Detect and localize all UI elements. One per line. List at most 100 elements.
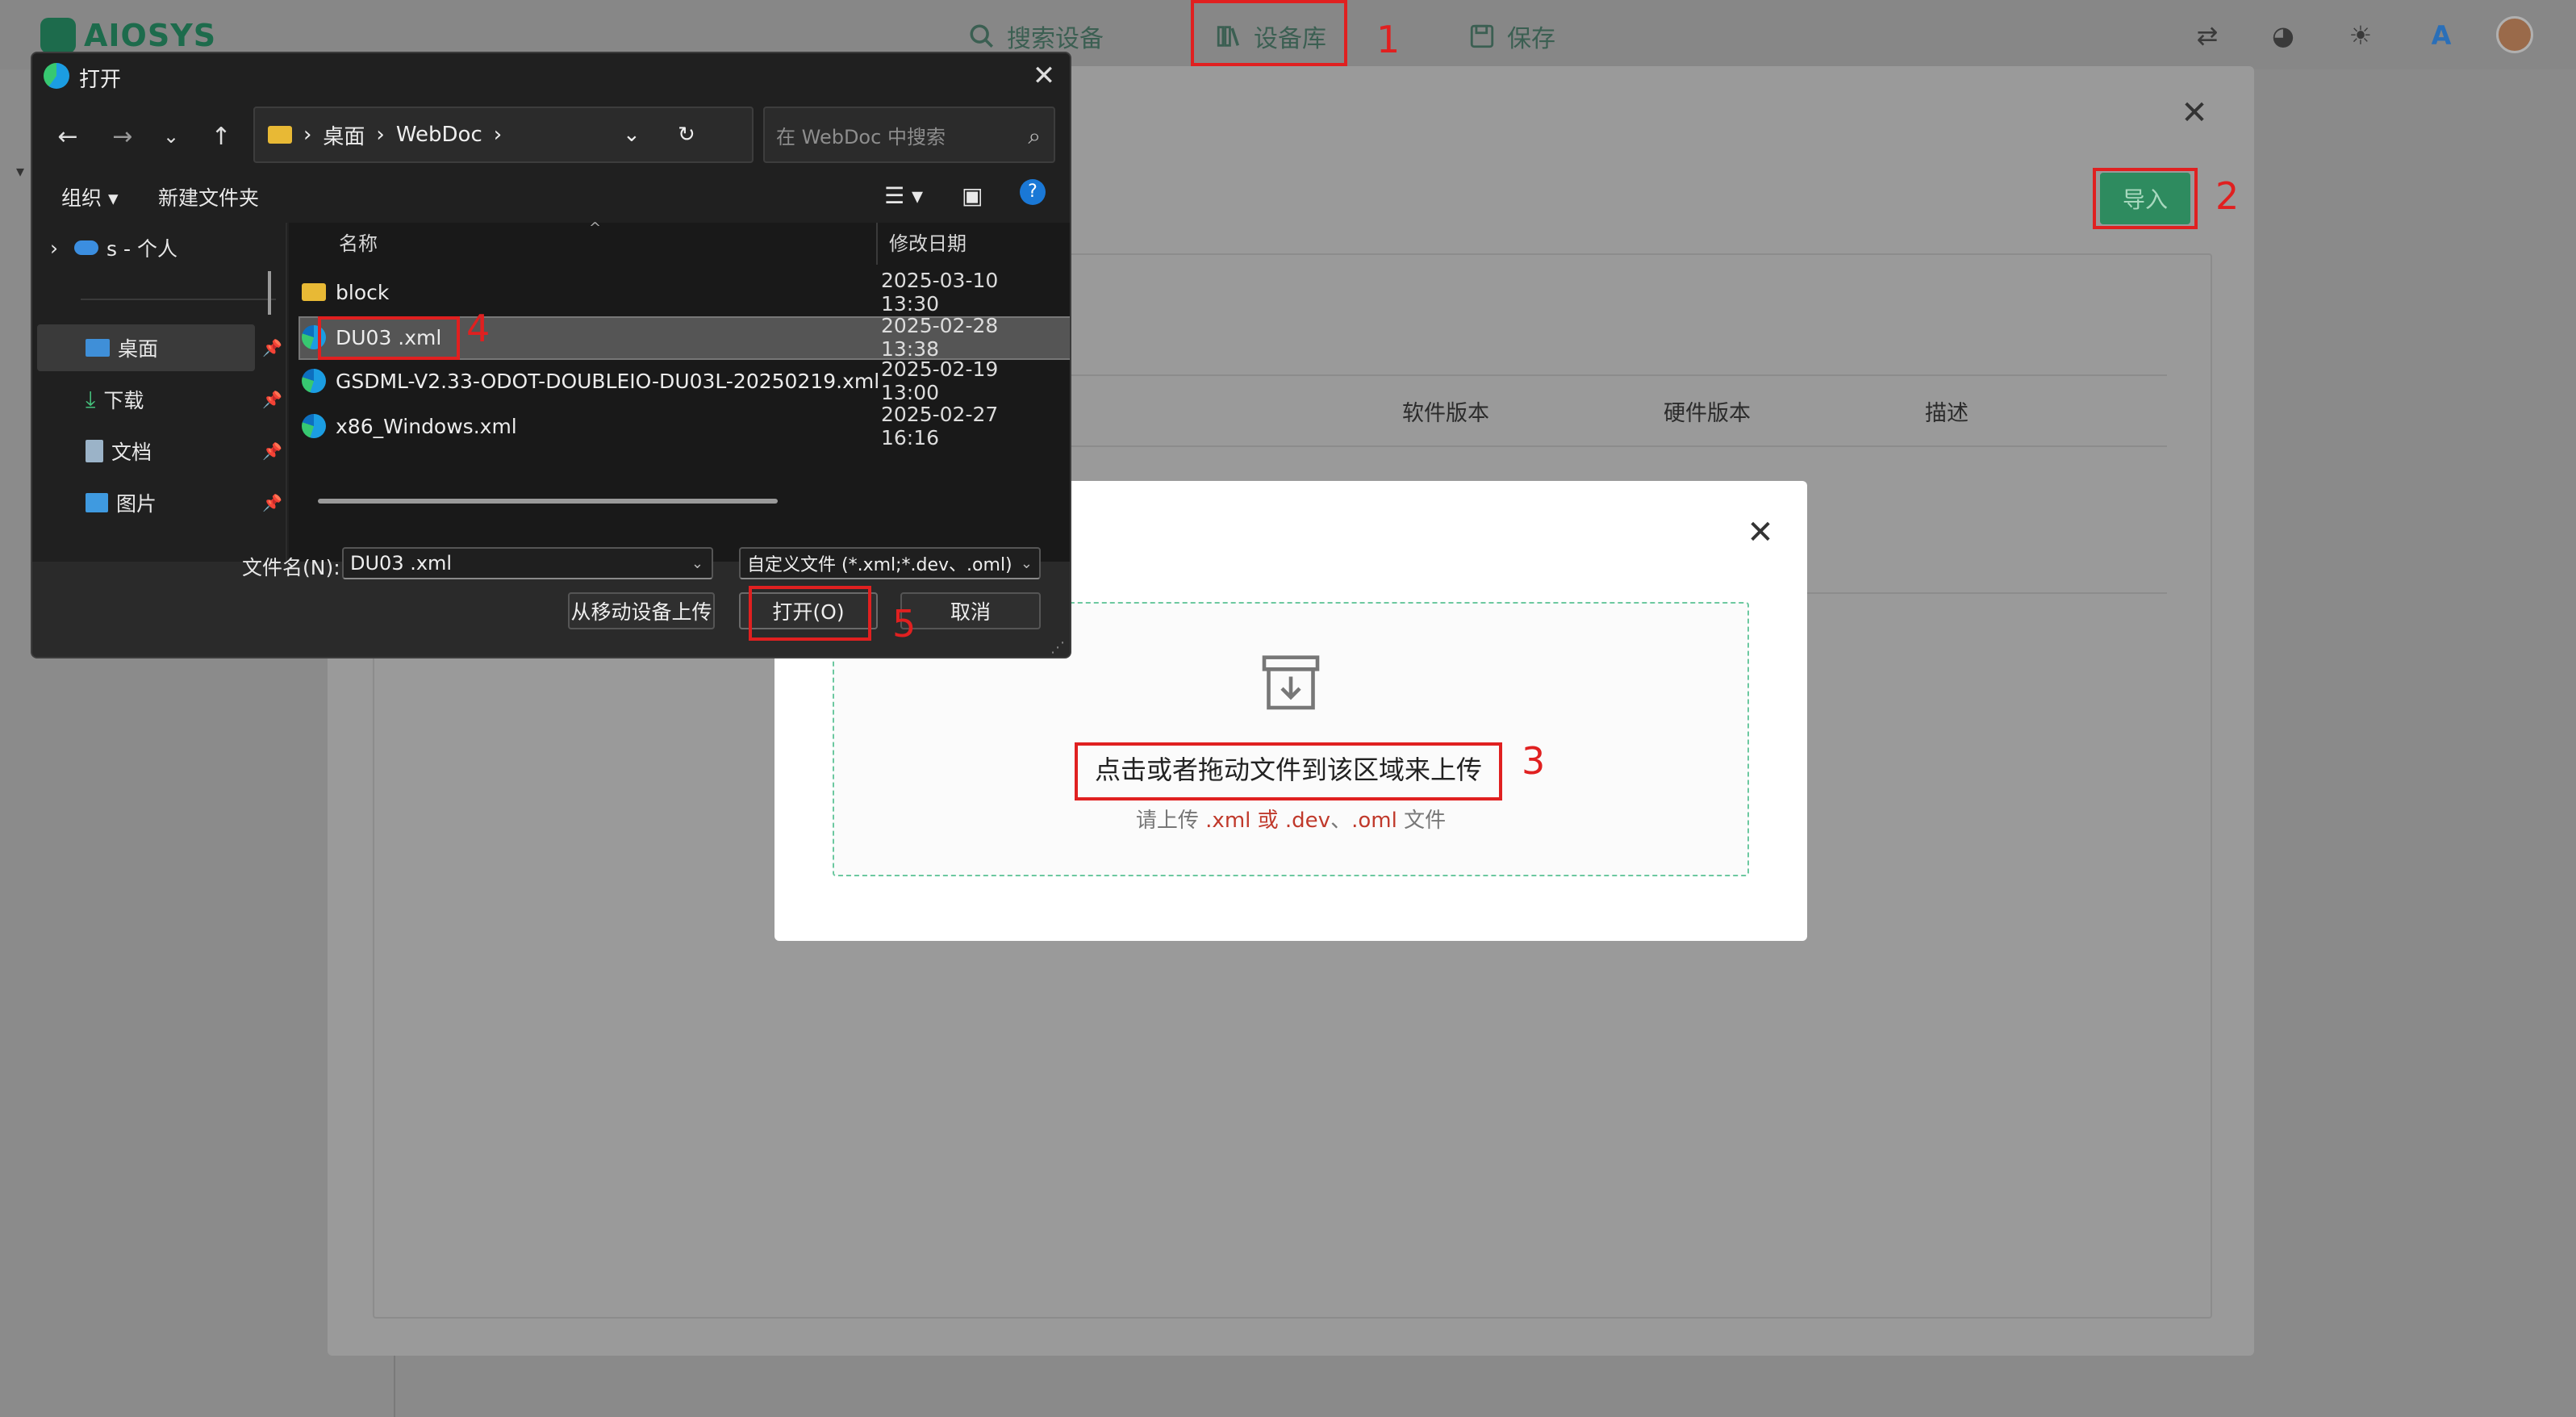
view-menu-icon[interactable]: ☰ ▾: [884, 182, 923, 209]
sidebar-item-desktop[interactable]: 桌面 📌: [86, 328, 287, 368]
close-icon[interactable]: ✕: [1026, 58, 1062, 94]
pin-icon: 📌: [262, 493, 282, 512]
dialog-title: 打开: [79, 68, 122, 92]
annotation-number-1: 1: [1376, 18, 1401, 61]
logo-mark-icon: [40, 18, 76, 53]
file-row-gsdml[interactable]: GSDML-V2.33-ODOT-DOUBLEIO-DU03L-20250219…: [302, 357, 1060, 404]
column-header-software-version: 软件版本: [1402, 401, 1489, 426]
sidebar-label: s - 个人: [106, 237, 177, 261]
filename-value: DU03 .xml: [350, 552, 453, 575]
file-date: 2025-03-10 13:30: [881, 269, 999, 316]
sidebar-item-downloads[interactable]: ⤓ 下载 📌: [86, 379, 287, 420]
annotation-box-4: [318, 316, 460, 360]
archive-download-icon: [1262, 655, 1320, 710]
horizontal-scrollbar[interactable]: [318, 499, 778, 504]
desktop-icon: [86, 339, 110, 357]
file-date: 2025-02-27 16:16: [881, 403, 999, 449]
help-icon[interactable]: ?: [1020, 179, 1046, 205]
cancel-button[interactable]: 取消: [900, 592, 1041, 629]
folder-icon: [302, 283, 326, 301]
up-arrow-icon[interactable]: ↑: [202, 118, 240, 155]
pin-icon: 📌: [262, 390, 282, 409]
back-arrow-icon[interactable]: ←: [48, 118, 87, 155]
filetype-select[interactable]: 自定义文件 (*.xml;*.dev、.oml) ⌄: [739, 547, 1041, 579]
nav-search-devices[interactable]: 搜索设备: [968, 18, 1104, 55]
annotation-box-3: [1075, 742, 1502, 800]
picture-icon: [86, 493, 108, 512]
file-name: GSDML-V2.33-ODOT-DOUBLEIO-DU03L-20250219…: [336, 369, 880, 393]
close-icon[interactable]: ✕: [1743, 515, 1778, 550]
file-name: block: [336, 280, 390, 304]
filetype-value: 自定义文件 (*.xml;*.dev、.oml): [747, 555, 1012, 575]
column-header-modified[interactable]: 修改日期: [889, 228, 967, 256]
resize-grip-icon[interactable]: ⋰: [1050, 639, 1065, 656]
cloud-icon: [74, 240, 98, 255]
dialog-titlebar[interactable]: [32, 53, 1070, 98]
nav-label: 保存: [1507, 25, 1555, 53]
logo-text: AIOSYS: [84, 18, 217, 53]
sidebar-item-onedrive[interactable]: › s - 个人: [50, 228, 177, 268]
avatar[interactable]: [2496, 16, 2533, 53]
breadcrumb-desktop[interactable]: 桌面: [323, 120, 365, 150]
file-name: x86_Windows.xml: [336, 414, 517, 438]
sun-icon[interactable]: ☀: [2344, 19, 2377, 52]
file-row-x86[interactable]: x86_Windows.xml 2025-02-27 16:16: [302, 403, 1060, 449]
sidebar-label: 桌面: [118, 337, 159, 361]
annotation-number-4: 4: [466, 307, 491, 350]
font-icon[interactable]: A: [2425, 19, 2457, 52]
preview-pane-icon[interactable]: ▣: [962, 182, 983, 209]
filename-input[interactable]: DU03 .xml ⌄: [342, 547, 713, 579]
dropzone-hint: 请上传 .xml 或 .dev、.oml 文件: [1135, 809, 1447, 833]
file-date: 2025-02-19 13:00: [881, 357, 999, 404]
translate-icon[interactable]: ⇄: [2191, 19, 2223, 52]
chevron-down-icon[interactable]: ⌄: [623, 123, 641, 147]
breadcrumb-sep-icon: ›: [493, 123, 503, 147]
sort-chevron-icon: ^: [589, 219, 602, 236]
sidebar-item-pictures[interactable]: 图片 📌: [86, 483, 287, 523]
address-bar[interactable]: › 桌面 › WebDoc › ⌄ ↻: [253, 107, 754, 163]
nav-save[interactable]: 保存: [1468, 18, 1555, 55]
search-icon: ⌕: [1028, 123, 1041, 149]
document-icon: [86, 440, 103, 462]
folder-icon: [268, 126, 292, 144]
search-input[interactable]: 在 WebDoc 中搜索 ⌕: [763, 107, 1055, 163]
forward-arrow-icon[interactable]: →: [103, 118, 142, 155]
annotation-box-2: [2093, 168, 2198, 229]
file-row-block[interactable]: block 2025-03-10 13:30: [302, 269, 1060, 316]
annotation-number-3: 3: [1522, 739, 1546, 783]
annotation-box-5: [749, 586, 871, 641]
edge-icon: [44, 63, 69, 89]
chevron-down-icon[interactable]: ▾: [16, 161, 24, 181]
download-icon: ⤓: [86, 386, 96, 412]
app-logo: AIOSYS: [40, 15, 216, 56]
sidebar-item-documents[interactable]: 文档 📌: [86, 431, 287, 471]
upload-from-mobile-button[interactable]: 从移动设备上传: [568, 592, 715, 629]
pin-icon: 📌: [262, 338, 282, 357]
column-separator[interactable]: [876, 223, 878, 265]
column-header-name[interactable]: 名称: [339, 228, 378, 256]
breadcrumb-webdoc[interactable]: WebDoc: [396, 123, 482, 147]
chevron-down-icon[interactable]: ⌄: [152, 118, 190, 155]
breadcrumb-sep-icon: ›: [303, 123, 312, 147]
sidebar-label: 图片: [116, 492, 157, 516]
divider: [81, 299, 276, 300]
annotation-number-5: 5: [892, 602, 916, 646]
file-date: 2025-02-28 13:38: [881, 314, 999, 361]
palette-icon[interactable]: ◕: [2267, 19, 2299, 52]
close-icon[interactable]: ✕: [2178, 97, 2211, 129]
annotation-number-2: 2: [2215, 174, 2240, 218]
edge-file-icon: [302, 369, 326, 393]
chevron-down-icon: ⌄: [691, 554, 703, 572]
chevron-right-icon: ›: [50, 236, 58, 260]
file-open-dialog: 打开 ✕ ← → ⌄ ↑ › 桌面 › WebDoc › ⌄ ↻ 在 WebDo…: [31, 52, 1071, 658]
breadcrumb-sep-icon: ›: [376, 123, 385, 147]
scrollbar[interactable]: [268, 271, 271, 315]
search-icon: [970, 24, 994, 48]
nav-label: 搜索设备: [1007, 25, 1104, 53]
chevron-down-icon: ⌄: [1020, 554, 1033, 572]
filename-label: 文件名(N):: [242, 556, 340, 579]
annotation-box-1: [1191, 0, 1347, 66]
refresh-icon[interactable]: ↻: [678, 123, 695, 147]
new-folder-button[interactable]: 新建文件夹: [158, 182, 259, 211]
organize-menu[interactable]: 组织 ▾: [61, 182, 119, 211]
